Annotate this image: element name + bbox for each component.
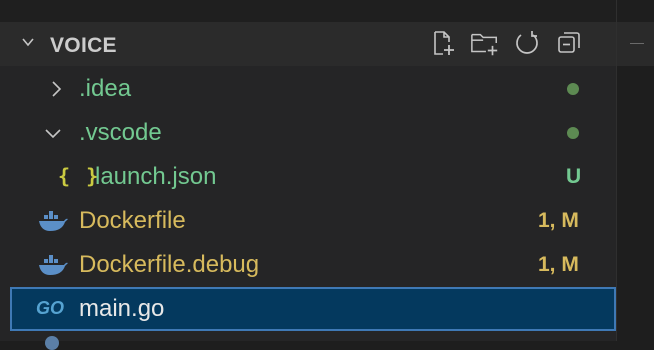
tree-item-label: main.go bbox=[79, 295, 165, 322]
refresh-icon bbox=[516, 31, 538, 54]
git-status-dot bbox=[567, 83, 579, 95]
tree-item-label: Dockerfile bbox=[79, 207, 186, 234]
git-status-dot bbox=[567, 127, 579, 139]
json-file-icon: { } bbox=[58, 164, 101, 188]
new-folder-icon bbox=[471, 33, 498, 56]
chevron-right-icon[interactable] bbox=[50, 81, 62, 97]
tree-item-label: .idea bbox=[79, 75, 132, 102]
tree-item-vscode-folder[interactable]: .vscode bbox=[0, 111, 616, 155]
collapse-all-button[interactable] bbox=[554, 28, 584, 58]
editor-tab-strip bbox=[617, 22, 654, 66]
tree-item-main-go[interactable]: GO main.go bbox=[10, 287, 616, 331]
tree-item-launch-json[interactable]: { } launch.json U bbox=[0, 155, 616, 199]
git-status-badge: 1, M bbox=[538, 209, 579, 232]
new-file-icon bbox=[434, 31, 454, 55]
explorer-top-bar bbox=[0, 0, 616, 22]
docker-icon bbox=[39, 255, 68, 275]
new-file-button[interactable] bbox=[428, 28, 458, 58]
chevron-down-icon[interactable] bbox=[45, 127, 61, 139]
tree-item-dockerfile[interactable]: Dockerfile 1, M bbox=[0, 199, 616, 243]
tree-item-dockerfile-debug[interactable]: Dockerfile.debug 1, M bbox=[0, 243, 616, 287]
git-status-badge: U bbox=[566, 165, 582, 188]
refresh-button[interactable] bbox=[512, 28, 542, 58]
collapse-all-icon bbox=[558, 32, 580, 53]
new-folder-button[interactable] bbox=[470, 28, 500, 58]
section-actions bbox=[428, 28, 584, 58]
git-status-badge: 1, M bbox=[538, 253, 579, 276]
tree-item-label: .vscode bbox=[79, 119, 162, 146]
editor-tab-dash bbox=[630, 43, 644, 44]
chevron-down-icon[interactable] bbox=[22, 36, 34, 48]
file-icon-partial bbox=[45, 336, 59, 350]
go-file-icon: GO bbox=[36, 298, 65, 318]
tree-item-label: launch.json bbox=[95, 163, 217, 190]
tree-item-label: Dockerfile.debug bbox=[79, 251, 260, 278]
tree-item-idea-folder[interactable]: .idea bbox=[0, 67, 616, 111]
docker-icon bbox=[39, 211, 68, 231]
section-title: VOICE bbox=[50, 34, 117, 57]
